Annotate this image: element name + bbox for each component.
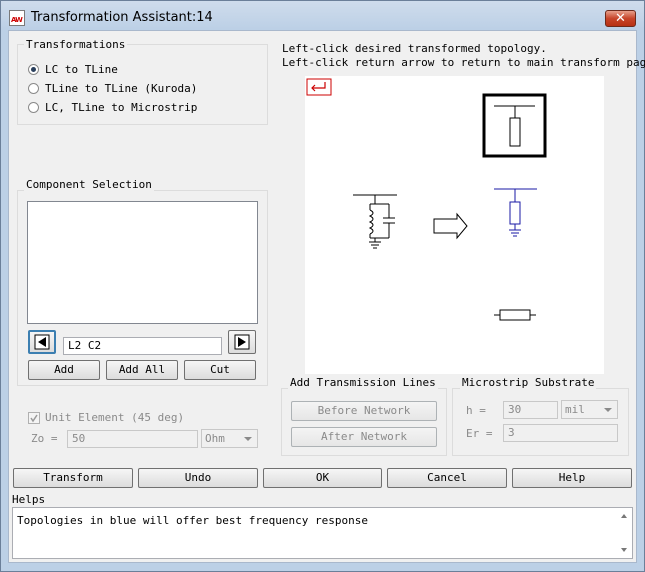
return-arrow-icon[interactable] <box>306 78 332 96</box>
unit-element-checkbox[interactable] <box>28 412 40 424</box>
right-arrow-icon <box>234 334 250 350</box>
chevron-down-icon <box>244 437 252 441</box>
radio-button[interactable] <box>28 63 39 75</box>
topology-tline-shorted-stub[interactable] <box>494 188 537 237</box>
er-input[interactable]: 3 <box>503 424 618 442</box>
add-button[interactable]: Add <box>28 360 100 380</box>
zo-unit-value: Ohm <box>205 432 225 445</box>
unit-element-label: Unit Element (45 deg) <box>45 411 185 424</box>
transformations-title: Transformations <box>24 38 128 51</box>
close-button[interactable]: ✕ <box>605 10 636 27</box>
chevron-down-icon <box>604 408 612 412</box>
add-all-button[interactable]: Add All <box>106 360 178 380</box>
instruction-line-2: Left-click return arrow to return to mai… <box>282 56 645 69</box>
app-icon: AW <box>9 10 25 26</box>
original-lc-network <box>353 194 397 249</box>
before-network-button[interactable]: Before Network <box>291 401 437 421</box>
radio-button[interactable] <box>28 101 39 113</box>
cut-button[interactable]: Cut <box>184 360 256 380</box>
window-title: Transformation Assistant:14 <box>31 10 213 25</box>
right-arrow-button[interactable] <box>228 330 256 354</box>
radio-label: LC to TLine <box>45 62 118 76</box>
check-icon <box>30 414 38 423</box>
transform-button[interactable]: Transform <box>13 468 133 488</box>
radio-lc-tline-microstrip[interactable]: LC, TLine to Microstrip <box>28 100 197 114</box>
transform-arrow-icon <box>433 212 468 240</box>
h-label: h = <box>466 404 486 417</box>
topology-canvas[interactable] <box>305 76 604 374</box>
h-input[interactable]: 30 <box>503 401 558 419</box>
left-arrow-icon <box>34 334 50 350</box>
helps-textarea[interactable]: Topologies in blue will offer best frequ… <box>12 507 633 559</box>
zo-input[interactable]: 50 <box>67 430 198 448</box>
h-unit-value: mil <box>565 403 585 416</box>
topology-series-tline[interactable] <box>494 309 536 321</box>
scroll-down-icon[interactable] <box>621 548 627 552</box>
zo-label: Zo = <box>31 432 58 445</box>
component-selection-title: Component Selection <box>24 178 154 191</box>
scroll-up-icon[interactable] <box>621 514 627 518</box>
zo-unit-select[interactable]: Ohm <box>201 429 258 448</box>
microstrip-substrate-group <box>452 388 629 456</box>
radio-label: TLine to TLine (Kuroda) <box>45 81 198 95</box>
add-transmission-lines-title: Add Transmission Lines <box>288 376 438 389</box>
after-network-button[interactable]: After Network <box>291 427 437 447</box>
topology-drawing <box>306 78 547 321</box>
ok-button[interactable]: OK <box>263 468 382 488</box>
cancel-button[interactable]: Cancel <box>387 468 507 488</box>
component-value-field[interactable]: L2 C2 <box>63 337 222 355</box>
helps-text: Topologies in blue will offer best frequ… <box>17 514 368 527</box>
instruction-line-1: Left-click desired transformed topology. <box>282 42 547 55</box>
er-label: Er = <box>466 427 493 440</box>
microstrip-substrate-title: Microstrip Substrate <box>460 376 597 389</box>
radio-lc-to-tline[interactable]: LC to TLine <box>28 62 118 76</box>
topology-tline-open-stub[interactable] <box>482 93 547 158</box>
helps-label: Helps <box>12 493 46 506</box>
component-list[interactable] <box>27 201 258 324</box>
radio-label: LC, TLine to Microstrip <box>45 100 198 114</box>
radio-button[interactable] <box>28 82 39 94</box>
h-unit-select[interactable]: mil <box>561 400 618 419</box>
help-button[interactable]: Help <box>512 468 632 488</box>
close-icon: ✕ <box>615 11 626 26</box>
left-arrow-button[interactable] <box>28 330 56 354</box>
radio-tline-kuroda[interactable]: TLine to TLine (Kuroda) <box>28 81 197 95</box>
undo-button[interactable]: Undo <box>138 468 258 488</box>
